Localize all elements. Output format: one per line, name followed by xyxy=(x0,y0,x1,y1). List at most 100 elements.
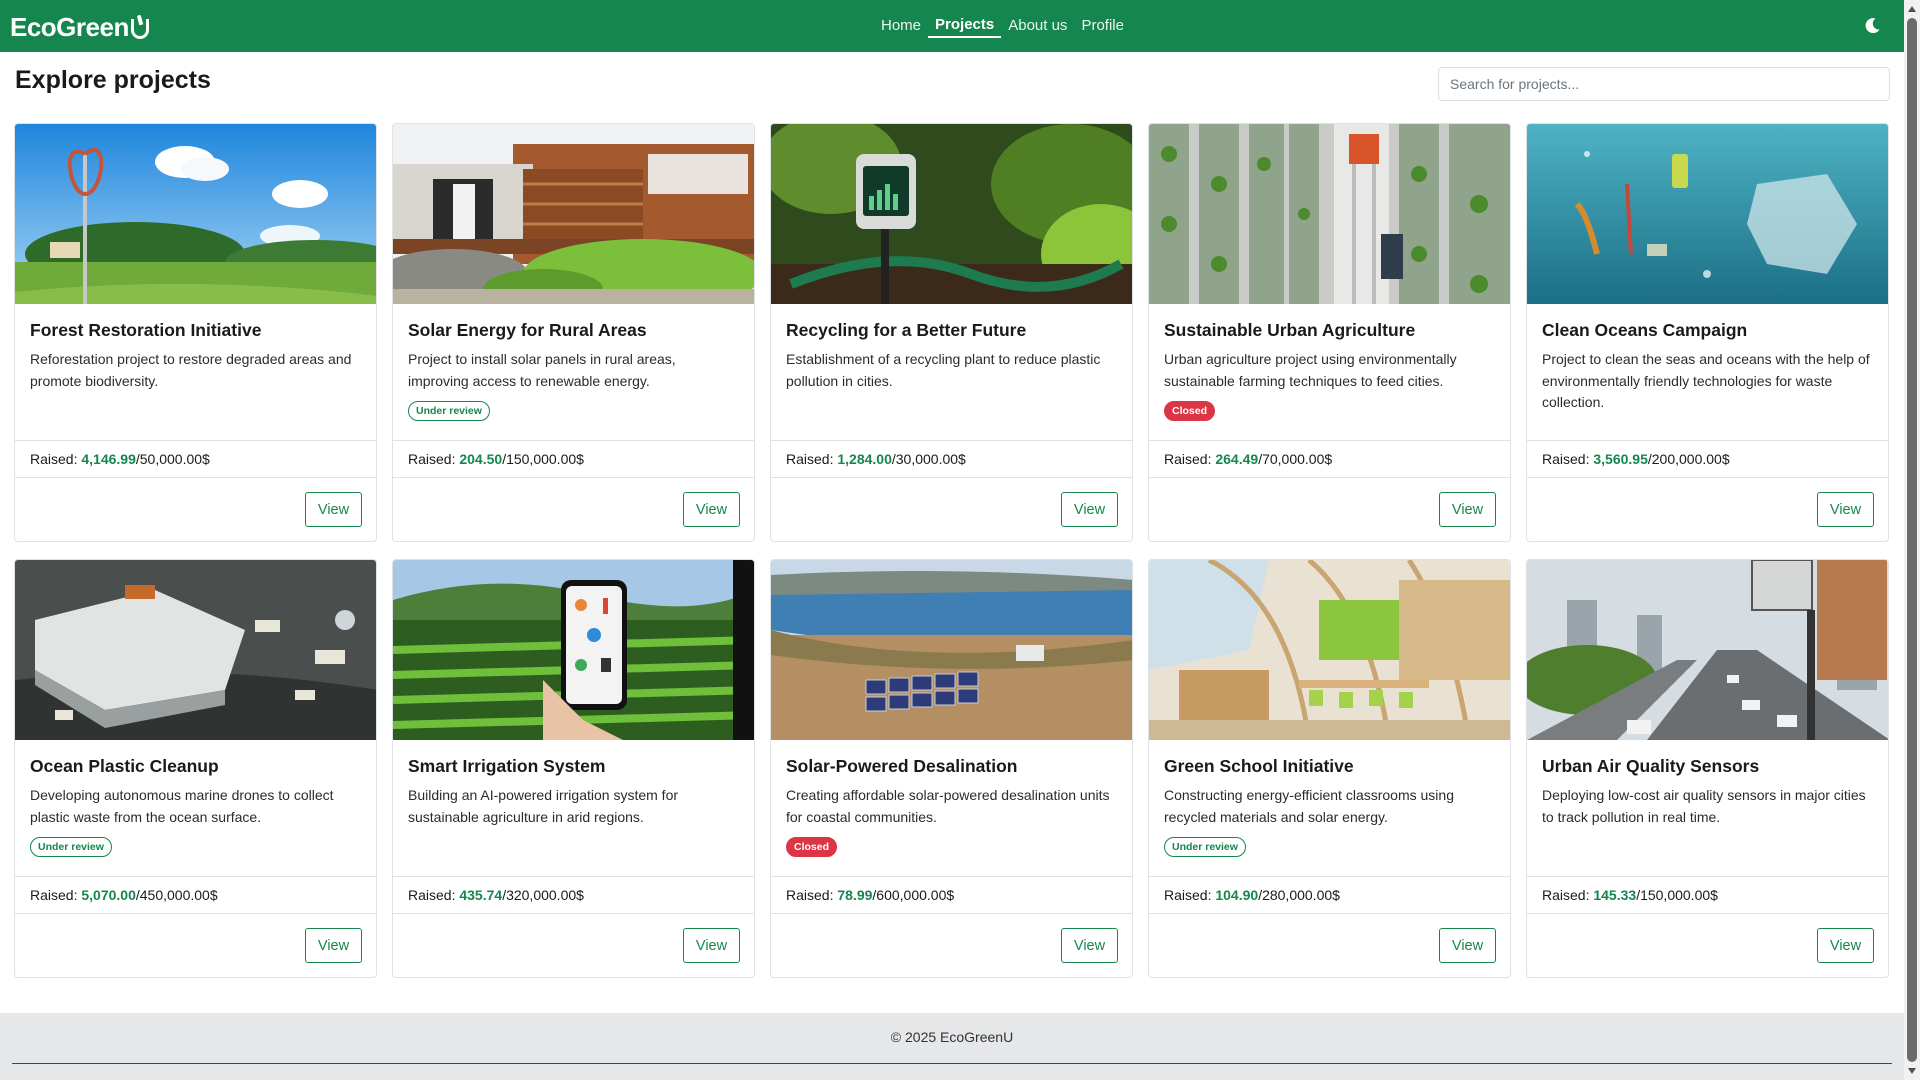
card-footer: View xyxy=(1149,914,1510,977)
project-description: Creating affordable solar-powered desali… xyxy=(786,787,1110,825)
project-description: Deploying low-cost air quality sensors i… xyxy=(1542,787,1866,825)
raised-amount: Raised: 5,070.00/450,000.00$ xyxy=(15,876,376,914)
raised-value: 1,284.00 xyxy=(837,451,892,467)
project-card: Clean Oceans Campaign Project to clean t… xyxy=(1526,123,1889,542)
status-badge: Under review xyxy=(408,401,490,421)
project-title: Green School Initiative xyxy=(1164,756,1354,776)
page-footer: © 2025 EcoGreenU xyxy=(0,1013,1904,1080)
card-footer: View xyxy=(1149,478,1510,541)
project-title: Smart Irrigation System xyxy=(408,756,606,776)
project-description: Reforestation project to restore degrade… xyxy=(30,351,352,389)
project-title: Sustainable Urban Agriculture xyxy=(1164,320,1416,340)
card-footer: View xyxy=(393,478,754,541)
nav-links: Home Projects About us Profile xyxy=(874,0,1131,52)
card-body: Solar-Powered Desalination Creating affo… xyxy=(771,740,1132,876)
brand-logo[interactable]: EcoGreen xyxy=(10,12,149,43)
project-description: Urban agriculture project using environm… xyxy=(1164,351,1457,389)
project-description: Constructing energy-efficient classrooms… xyxy=(1164,787,1454,825)
project-image-marine-drone xyxy=(15,560,376,740)
project-card: Solar-Powered Desalination Creating affo… xyxy=(770,559,1133,978)
raised-label: Raised: xyxy=(1542,451,1590,467)
raised-value: 104.90 xyxy=(1215,887,1259,903)
project-description: Establishment of a recycling plant to re… xyxy=(786,351,1101,389)
footer-divider xyxy=(12,1063,1892,1064)
raised-value: 145.33 xyxy=(1593,887,1637,903)
raised-amount: Raised: 264.49/70,000.00$ xyxy=(1149,440,1510,478)
view-button[interactable]: View xyxy=(1061,492,1118,527)
nav-link-projects[interactable]: Projects xyxy=(928,14,1002,38)
brand-u-leaf-icon xyxy=(130,18,149,39)
scroll-down-arrow-icon[interactable] xyxy=(1908,1068,1916,1074)
project-image-phone-field xyxy=(393,560,754,740)
project-title: Solar-Powered Desalination xyxy=(786,756,1018,776)
raised-value: 204.50 xyxy=(459,451,503,467)
card-footer: View xyxy=(1527,478,1888,541)
view-button[interactable]: View xyxy=(305,492,362,527)
raised-label: Raised: xyxy=(1164,451,1212,467)
project-card: Recycling for a Better Future Establishm… xyxy=(770,123,1133,542)
goal-value: /150,000.00$ xyxy=(502,451,584,467)
card-footer: View xyxy=(15,478,376,541)
raised-amount: Raised: 435.74/320,000.00$ xyxy=(393,876,754,914)
card-body: Forest Restoration Initiative Reforestat… xyxy=(15,304,376,440)
raised-value: 264.49 xyxy=(1215,451,1259,467)
raised-label: Raised: xyxy=(30,451,78,467)
project-image-wooden-house xyxy=(393,124,754,304)
raised-amount: Raised: 1,284.00/30,000.00$ xyxy=(771,440,1132,478)
raised-label: Raised: xyxy=(786,451,834,467)
project-card: Forest Restoration Initiative Reforestat… xyxy=(14,123,377,542)
moon-icon[interactable] xyxy=(1862,16,1882,36)
raised-value: 5,070.00 xyxy=(81,887,136,903)
card-footer: View xyxy=(1527,914,1888,977)
scroll-up-arrow-icon[interactable] xyxy=(1908,6,1916,12)
card-footer: View xyxy=(771,478,1132,541)
view-button[interactable]: View xyxy=(1817,928,1874,963)
project-image-solar-lake xyxy=(771,560,1132,740)
raised-amount: Raised: 204.50/150,000.00$ xyxy=(393,440,754,478)
project-image-green-classroom xyxy=(1149,560,1510,740)
view-button[interactable]: View xyxy=(1817,492,1874,527)
view-button[interactable]: View xyxy=(1439,928,1496,963)
nav-link-profile[interactable]: Profile xyxy=(1074,14,1131,38)
nav-link-home[interactable]: Home xyxy=(874,14,928,38)
raised-label: Raised: xyxy=(786,887,834,903)
project-card: Solar Energy for Rural Areas Project to … xyxy=(392,123,755,542)
navbar: EcoGreen Home Projects About us Profile xyxy=(0,0,1904,52)
project-card: Urban Air Quality Sensors Deploying low-… xyxy=(1526,559,1889,978)
raised-label: Raised: xyxy=(408,451,456,467)
view-button[interactable]: View xyxy=(683,928,740,963)
project-description: Project to install solar panels in rural… xyxy=(408,351,676,389)
raised-label: Raised: xyxy=(30,887,78,903)
search-input[interactable] xyxy=(1438,67,1890,101)
card-body: Urban Air Quality Sensors Deploying low-… xyxy=(1527,740,1888,876)
card-body: Solar Energy for Rural Areas Project to … xyxy=(393,304,754,440)
project-title: Solar Energy for Rural Areas xyxy=(408,320,647,340)
project-title: Clean Oceans Campaign xyxy=(1542,320,1748,340)
project-title: Forest Restoration Initiative xyxy=(30,320,262,340)
page-title: Explore projects xyxy=(15,66,211,94)
raised-amount: Raised: 4,146.99/50,000.00$ xyxy=(15,440,376,478)
status-badge: Under review xyxy=(30,837,112,857)
view-button[interactable]: View xyxy=(1439,492,1496,527)
copyright-text: © 2025 EcoGreenU xyxy=(890,1029,1014,1045)
raised-amount: Raised: 145.33/150,000.00$ xyxy=(1527,876,1888,914)
raised-amount: Raised: 3,560.95/200,000.00$ xyxy=(1527,440,1888,478)
project-title: Urban Air Quality Sensors xyxy=(1542,756,1760,776)
view-button[interactable]: View xyxy=(1061,928,1118,963)
project-image-vertical-farm xyxy=(1149,124,1510,304)
view-button[interactable]: View xyxy=(305,928,362,963)
status-badge: Closed xyxy=(786,837,838,857)
view-button[interactable]: View xyxy=(683,492,740,527)
brand-name: EcoGreen xyxy=(10,12,129,42)
vertical-scrollbar[interactable] xyxy=(1904,0,1920,1080)
status-badge: Closed xyxy=(1164,401,1216,421)
goal-value: /320,000.00$ xyxy=(502,887,584,903)
project-image-wind-turbine-park xyxy=(15,124,376,304)
card-footer: View xyxy=(15,914,376,977)
nav-link-about-us[interactable]: About us xyxy=(1001,14,1074,38)
project-description: Building an AI-powered irrigation system… xyxy=(408,787,679,825)
goal-value: /30,000.00$ xyxy=(891,451,966,467)
raised-label: Raised: xyxy=(1164,887,1212,903)
scroll-thumb[interactable] xyxy=(1907,18,1917,1062)
project-card: Ocean Plastic Cleanup Developing autonom… xyxy=(14,559,377,978)
